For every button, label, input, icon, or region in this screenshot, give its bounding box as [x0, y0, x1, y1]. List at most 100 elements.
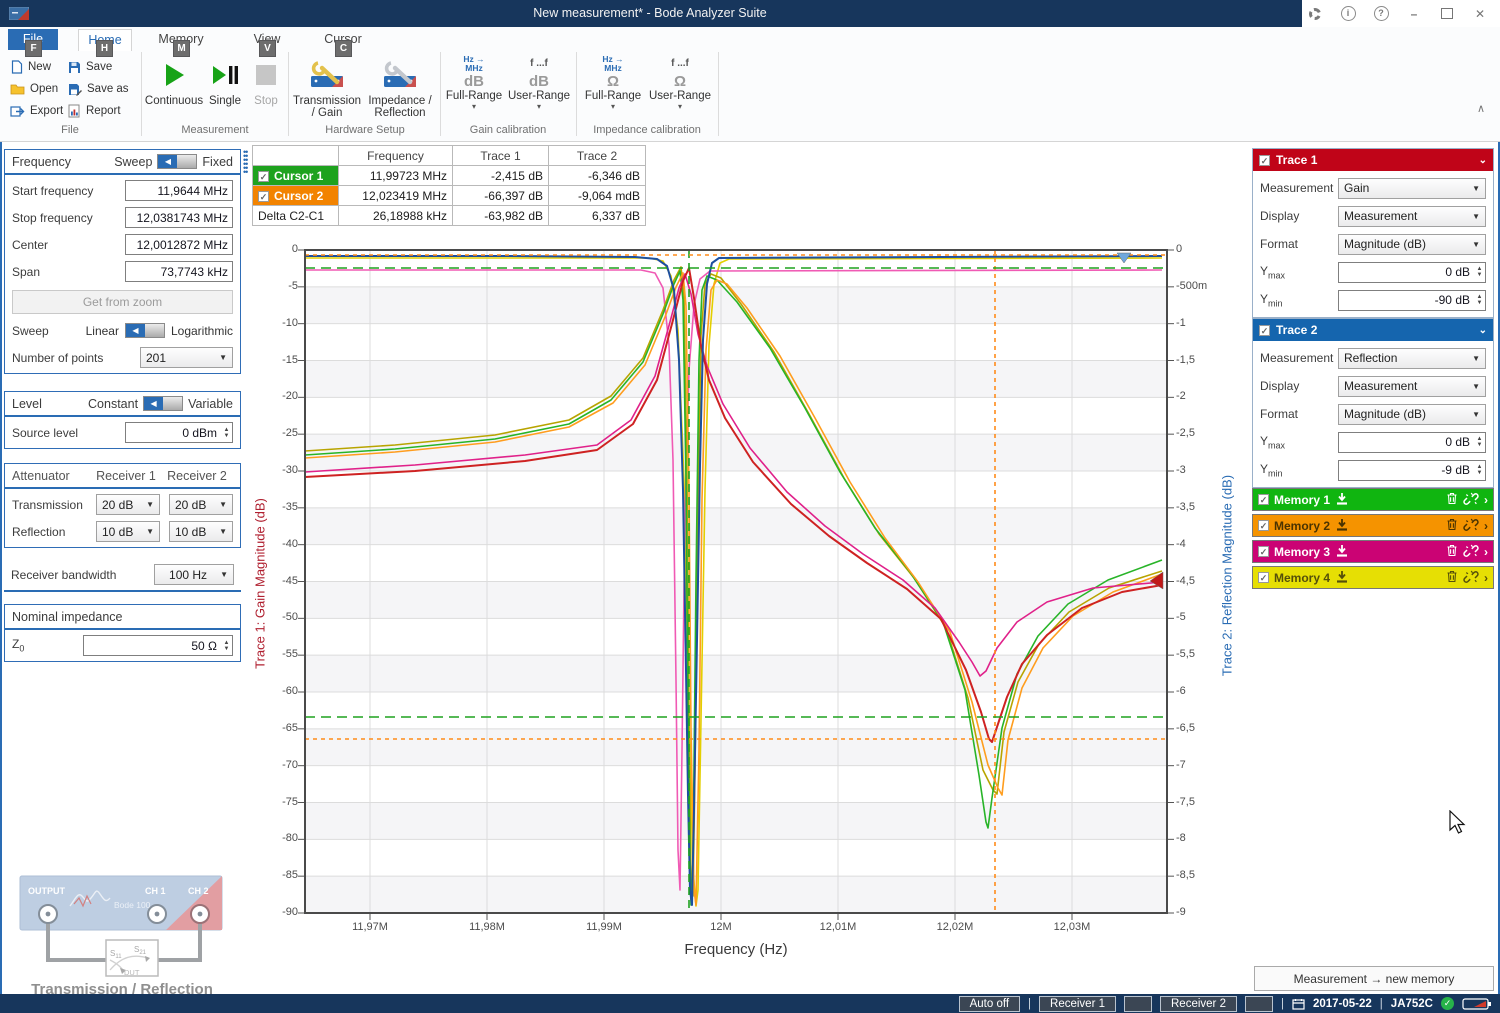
- receiver1-status[interactable]: Receiver 1: [1039, 996, 1116, 1012]
- expand-memory-chevron-icon[interactable]: ›: [1484, 493, 1488, 507]
- trace-setting-select[interactable]: Reflection▼: [1338, 348, 1486, 369]
- attenuator-select[interactable]: 10 dB▼: [96, 521, 160, 542]
- close-button[interactable]: ✕: [1472, 6, 1488, 22]
- download-to-memory-icon[interactable]: [1335, 518, 1349, 534]
- field-input[interactable]: 73,7743 kHz: [125, 261, 233, 282]
- auto-off-status[interactable]: Auto off: [959, 996, 1020, 1012]
- delete-memory-trash-icon[interactable]: [1446, 518, 1458, 534]
- expand-memory-chevron-icon[interactable]: ›: [1484, 519, 1488, 533]
- transmission-gain-button[interactable]: Transmission / Gain: [294, 55, 360, 119]
- expand-memory-chevron-icon[interactable]: ›: [1484, 571, 1488, 585]
- unlink-memory-icon[interactable]: [1463, 544, 1479, 560]
- memory-row-1[interactable]: ✓Memory 1›: [1252, 488, 1494, 511]
- trace-setting-select[interactable]: Gain▼: [1338, 178, 1486, 199]
- cursor-label-cell[interactable]: Delta C2-C1: [253, 206, 339, 226]
- trace-header-1[interactable]: ✓Trace 1⌄: [1253, 149, 1493, 171]
- minimize-button[interactable]: –: [1406, 6, 1422, 22]
- spinner-arrows-icon[interactable]: ▲▼: [1474, 436, 1485, 448]
- chart-plot-area[interactable]: [305, 250, 1167, 913]
- field-input[interactable]: 11,9644 MHz: [125, 180, 233, 201]
- report-button[interactable]: Report: [68, 101, 121, 121]
- receiver2-status[interactable]: Receiver 2: [1160, 996, 1237, 1012]
- memory-checkbox[interactable]: ✓: [1258, 546, 1269, 557]
- field-input[interactable]: 12,0381743 MHz: [125, 207, 233, 228]
- impedance-full-range-button[interactable]: Hz →MHz Ω Full-Range ▾: [582, 55, 644, 112]
- memory-checkbox[interactable]: ✓: [1258, 494, 1269, 505]
- memory-row-4[interactable]: ✓Memory 4›: [1252, 566, 1494, 589]
- points-select[interactable]: 201 ▼: [140, 347, 233, 368]
- bandwidth-select[interactable]: 100 Hz ▼: [154, 564, 234, 585]
- trace-checkbox[interactable]: ✓: [1259, 325, 1270, 336]
- gain-full-range-button[interactable]: Hz →MHz dB Full-Range ▾: [444, 55, 504, 112]
- impedance-user-range-button[interactable]: f ...f Ω User-Range ▾: [646, 55, 714, 112]
- memory-row-2[interactable]: ✓Memory 2›: [1252, 514, 1494, 537]
- constant-variable-toggle[interactable]: ◀: [143, 396, 183, 411]
- measurement-to-new-memory-button[interactable]: Measurement → new memory: [1254, 966, 1494, 991]
- save-as-button[interactable]: Save as: [68, 79, 129, 99]
- attenuator-select[interactable]: 20 dB▼: [96, 494, 160, 515]
- trace-setting-select[interactable]: Magnitude (dB)▼: [1338, 404, 1486, 425]
- attenuator-select[interactable]: 20 dB▼: [169, 494, 233, 515]
- gain-user-range-button[interactable]: f ...f dB User-Range ▾: [506, 55, 572, 112]
- unlink-memory-icon[interactable]: [1463, 518, 1479, 534]
- trace-setting-select[interactable]: Magnitude (dB)▼: [1338, 234, 1486, 255]
- z0-input[interactable]: 50 Ω ▲▼: [83, 635, 233, 656]
- export-button[interactable]: Export: [10, 101, 63, 121]
- unlink-memory-icon[interactable]: [1463, 570, 1479, 586]
- trace-checkbox[interactable]: ✓: [1259, 155, 1270, 166]
- trace-setting-input[interactable]: -9 dB▲▼: [1338, 460, 1486, 481]
- cursor-label-cell[interactable]: ✓Cursor 2: [253, 186, 339, 206]
- new-button[interactable]: New: [10, 57, 51, 77]
- y-left-tick-label: -55: [256, 648, 298, 660]
- delete-memory-trash-icon[interactable]: [1446, 492, 1458, 508]
- spinner-arrows-icon[interactable]: ▲▼: [1474, 266, 1485, 278]
- trace-setting-select[interactable]: Measurement▼: [1338, 206, 1486, 227]
- info-icon[interactable]: i: [1340, 6, 1356, 22]
- cursor-label: Cursor 1: [274, 169, 323, 183]
- spinner-arrows-icon[interactable]: ▲▼: [1474, 294, 1485, 306]
- unlink-memory-icon[interactable]: [1463, 492, 1479, 508]
- expand-memory-chevron-icon[interactable]: ›: [1484, 545, 1488, 559]
- download-to-memory-icon[interactable]: [1335, 570, 1349, 586]
- settings-gear-icon[interactable]: [1307, 6, 1323, 22]
- download-to-memory-icon[interactable]: [1335, 544, 1349, 560]
- single-button[interactable]: Single: [204, 55, 246, 107]
- attenuator-select[interactable]: 10 dB▼: [169, 521, 233, 542]
- memory-checkbox[interactable]: ✓: [1258, 572, 1269, 583]
- delete-memory-trash-icon[interactable]: [1446, 570, 1458, 586]
- trace-setting-select[interactable]: Measurement▼: [1338, 376, 1486, 397]
- attenuator-title: Attenuator: [12, 469, 91, 483]
- cursor-label-cell[interactable]: ✓ Cursor 1: [253, 166, 339, 186]
- memory-row-3[interactable]: ✓Memory 3›: [1252, 540, 1494, 563]
- spinner-arrows-icon[interactable]: ▲▼: [1474, 464, 1485, 476]
- trace-setting-input[interactable]: 0 dB▲▼: [1338, 432, 1486, 453]
- cursor-checkbox[interactable]: ✓: [258, 191, 269, 202]
- panel-splitter-handle[interactable]: ••••••••••••: [243, 150, 247, 174]
- trace-setting-input[interactable]: -90 dB▲▼: [1338, 290, 1486, 311]
- attenuator-row-label: Transmission: [12, 498, 96, 512]
- linear-log-toggle[interactable]: ◀: [125, 323, 165, 338]
- trace-setting-input[interactable]: 0 dB▲▼: [1338, 262, 1486, 283]
- y-right-tick-label: -9: [1176, 906, 1222, 918]
- trace-setting-value: Measurement: [1344, 379, 1468, 393]
- memory-checkbox[interactable]: ✓: [1258, 520, 1269, 531]
- collapse-ribbon-icon[interactable]: ∧: [1477, 102, 1485, 115]
- save-button[interactable]: Save: [68, 57, 112, 77]
- sweep-fixed-toggle[interactable]: ◀: [157, 154, 197, 169]
- trace-box-1: ✓Trace 1⌄MeasurementGain▼DisplayMeasurem…: [1252, 148, 1494, 318]
- field-input[interactable]: 12,0012872 MHz: [125, 234, 233, 255]
- trace-header-2[interactable]: ✓Trace 2⌄: [1253, 319, 1493, 341]
- cursor-checkbox[interactable]: ✓: [258, 171, 269, 182]
- open-button[interactable]: Open: [10, 79, 58, 99]
- download-to-memory-icon[interactable]: [1335, 492, 1349, 508]
- impedance-reflection-button[interactable]: Impedance / Reflection: [364, 55, 436, 119]
- maximize-button[interactable]: [1439, 6, 1455, 22]
- get-from-zoom-button[interactable]: Get from zoom: [12, 290, 233, 314]
- continuous-button[interactable]: Continuous: [146, 55, 202, 107]
- help-icon[interactable]: ?: [1373, 6, 1389, 22]
- delete-memory-trash-icon[interactable]: [1446, 544, 1458, 560]
- variable-label: Variable: [188, 397, 233, 411]
- source-level-input[interactable]: 0 dBm ▲▼: [125, 422, 233, 443]
- spinner-arrows-icon[interactable]: ▲▼: [221, 640, 232, 652]
- spinner-arrows-icon[interactable]: ▲▼: [221, 427, 232, 439]
